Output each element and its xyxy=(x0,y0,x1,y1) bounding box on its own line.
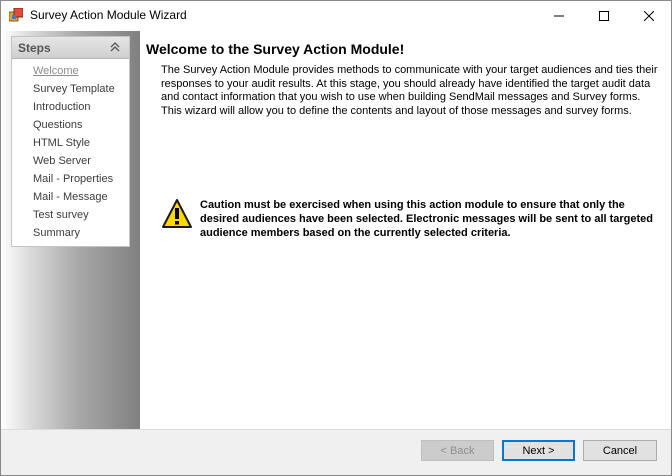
step-survey-template[interactable]: Survey Template xyxy=(33,83,115,95)
step-test-survey[interactable]: Test survey xyxy=(33,209,89,221)
maximize-button[interactable] xyxy=(581,1,627,30)
step-mail-properties[interactable]: Mail - Properties xyxy=(33,173,113,185)
minimize-button[interactable] xyxy=(536,1,582,30)
warning-triangle-icon xyxy=(162,199,192,228)
back-button[interactable]: < Back xyxy=(421,440,494,461)
step-questions[interactable]: Questions xyxy=(33,119,83,131)
welcome-description: The Survey Action Module provides method… xyxy=(161,64,658,117)
content-area: Welcome to the Survey Action Module! The… xyxy=(140,31,671,429)
caution-message: Caution must be exercised when using thi… xyxy=(200,199,654,239)
page-title: Welcome to the Survey Action Module! xyxy=(146,41,405,57)
side-panel: Steps Welcome Survey Template Introducti… xyxy=(1,31,140,429)
double-chevron-up-icon[interactable] xyxy=(108,40,122,54)
cancel-button[interactable]: Cancel xyxy=(583,440,657,461)
wizard-window: Survey Action Module Wizard Steps Welcom… xyxy=(0,0,672,476)
minimize-icon xyxy=(554,15,564,16)
step-html-style[interactable]: HTML Style xyxy=(33,137,90,149)
wizard-app-icon xyxy=(9,8,23,22)
step-web-server[interactable]: Web Server xyxy=(33,155,91,167)
step-introduction[interactable]: Introduction xyxy=(33,101,90,113)
steps-title: Steps xyxy=(18,41,51,55)
steps-panel: Steps Welcome Survey Template Introducti… xyxy=(11,36,130,247)
close-button[interactable] xyxy=(626,1,671,30)
window-title: Survey Action Module Wizard xyxy=(30,8,187,22)
step-mail-message[interactable]: Mail - Message xyxy=(33,191,108,203)
step-summary[interactable]: Summary xyxy=(33,227,80,239)
step-welcome[interactable]: Welcome xyxy=(33,65,79,77)
button-bar: < Back Next > Cancel xyxy=(1,429,671,475)
title-bar: Survey Action Module Wizard xyxy=(1,1,671,31)
close-icon xyxy=(644,10,654,21)
next-button[interactable]: Next > xyxy=(502,440,575,461)
steps-header: Steps xyxy=(12,37,129,59)
maximize-icon xyxy=(599,10,609,21)
